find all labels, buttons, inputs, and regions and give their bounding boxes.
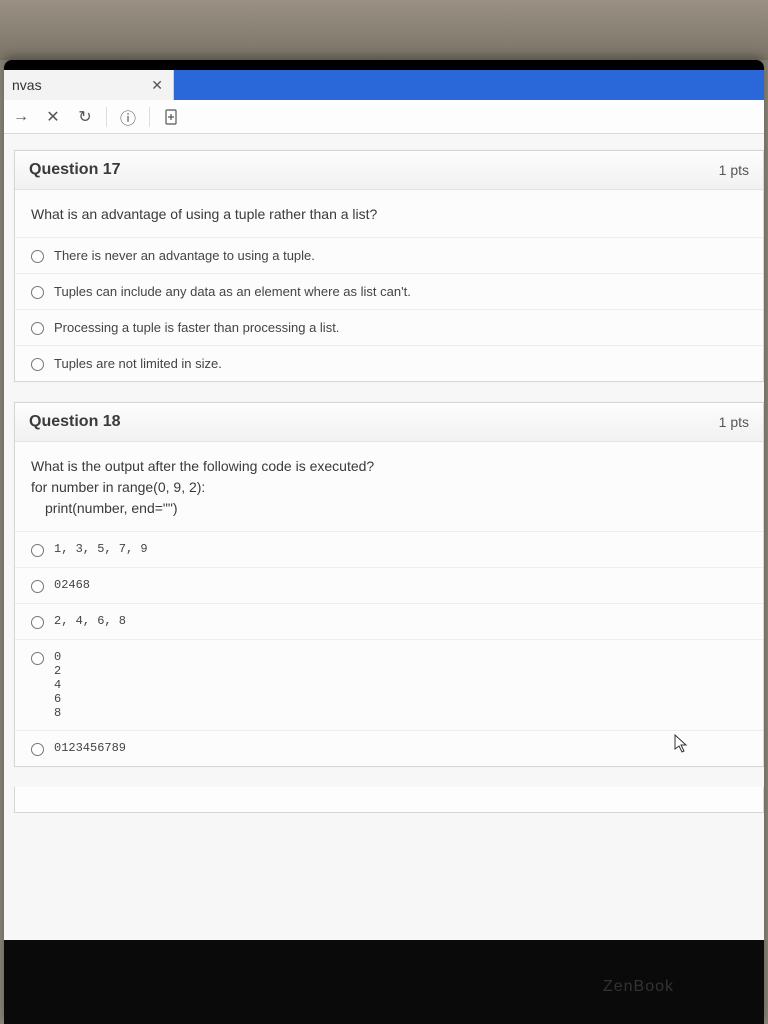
answer-option[interactable]: 1, 3, 5, 7, 9	[15, 532, 763, 568]
laptop-bezel-bottom: ZenBook	[4, 940, 764, 1024]
prompt-line: for number in range(0, 9, 2):	[31, 477, 747, 498]
question-points: 1 pts	[719, 162, 749, 178]
radio-input[interactable]	[31, 250, 44, 263]
radio-input[interactable]	[31, 652, 44, 665]
next-card-peek	[14, 787, 764, 813]
question-card-18: Question 18 1 pts What is the output aft…	[14, 402, 764, 767]
toolbar-separator	[149, 107, 150, 127]
answer-list: 1, 3, 5, 7, 9 02468 2, 4, 6, 8 0 2 4 6 8	[15, 532, 763, 766]
close-icon[interactable]: ✕	[42, 106, 64, 128]
question-card-17: Question 17 1 pts What is an advantage o…	[14, 150, 764, 382]
radio-input[interactable]	[31, 358, 44, 371]
radio-input[interactable]	[31, 544, 44, 557]
radio-input[interactable]	[31, 580, 44, 593]
answer-text: Tuples are not limited in size.	[54, 356, 222, 371]
answer-option[interactable]: 0 2 4 6 8	[15, 640, 763, 731]
prompt-text: What is an advantage of using a tuple ra…	[31, 206, 377, 222]
answer-list: There is never an advantage to using a t…	[15, 238, 763, 381]
info-icon[interactable]: ⓘ	[117, 106, 139, 128]
add-page-icon[interactable]	[160, 106, 182, 128]
toolbar-separator	[106, 107, 107, 127]
page-content: Question 17 1 pts What is an advantage o…	[4, 134, 764, 940]
close-icon[interactable]: ✕	[151, 77, 163, 94]
laptop-frame: nvas ✕ → ✕ ↻ ⓘ Question 17 1 pts	[4, 60, 764, 1024]
answer-option[interactable]: Processing a tuple is faster than proces…	[15, 310, 763, 346]
radio-input[interactable]	[31, 322, 44, 335]
radio-input[interactable]	[31, 286, 44, 299]
answer-option[interactable]: 0123456789	[15, 731, 763, 766]
answer-text: 0123456789	[54, 741, 126, 755]
answer-text: There is never an advantage to using a t…	[54, 248, 315, 263]
browser-title-bar: nvas ✕	[4, 70, 764, 100]
answer-text: 1, 3, 5, 7, 9	[54, 542, 148, 556]
answer-option[interactable]: 02468	[15, 568, 763, 604]
answer-text: 2, 4, 6, 8	[54, 614, 126, 628]
screen: nvas ✕ → ✕ ↻ ⓘ Question 17 1 pts	[4, 70, 764, 940]
answer-text: Processing a tuple is faster than proces…	[54, 320, 339, 335]
browser-tab[interactable]: nvas ✕	[4, 70, 174, 100]
answer-text: 02468	[54, 578, 90, 592]
answer-option[interactable]: Tuples can include any data as an elemen…	[15, 274, 763, 310]
question-points: 1 pts	[719, 414, 749, 430]
question-header: Question 18 1 pts	[15, 403, 763, 442]
radio-input[interactable]	[31, 616, 44, 629]
laptop-brand: ZenBook	[603, 978, 674, 996]
question-prompt: What is an advantage of using a tuple ra…	[15, 190, 763, 238]
prompt-line: What is the output after the following c…	[31, 456, 747, 477]
answer-option[interactable]: Tuples are not limited in size.	[15, 346, 763, 381]
question-prompt: What is the output after the following c…	[15, 442, 763, 532]
answer-text: 0 2 4 6 8	[54, 650, 61, 720]
prompt-line: print(number, end="")	[31, 498, 747, 519]
tab-title: nvas	[12, 77, 42, 93]
background-wall	[0, 0, 768, 60]
title-bar-background	[174, 70, 764, 100]
answer-option[interactable]: 2, 4, 6, 8	[15, 604, 763, 640]
answer-option[interactable]: There is never an advantage to using a t…	[15, 238, 763, 274]
question-header: Question 17 1 pts	[15, 151, 763, 190]
answer-text: Tuples can include any data as an elemen…	[54, 284, 411, 299]
radio-input[interactable]	[31, 743, 44, 756]
question-title: Question 18	[29, 413, 121, 431]
reload-icon[interactable]: ↻	[74, 106, 96, 128]
question-title: Question 17	[29, 161, 121, 179]
forward-icon[interactable]: →	[10, 106, 32, 128]
browser-toolbar: → ✕ ↻ ⓘ	[4, 100, 764, 134]
